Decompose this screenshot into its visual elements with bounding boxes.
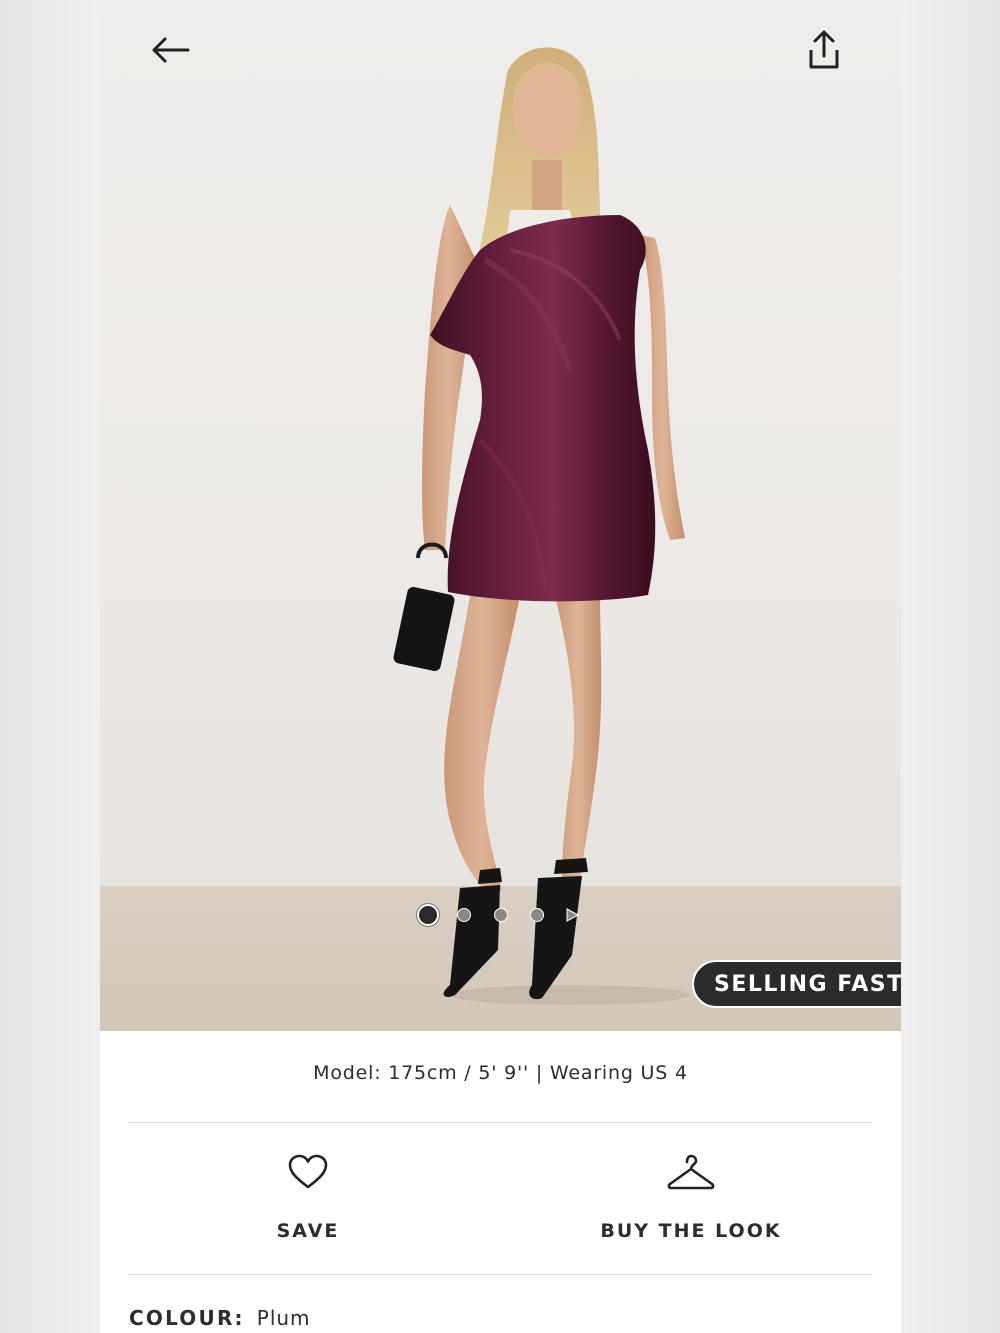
colour-row: COLOUR: Plum — [129, 1306, 311, 1330]
gallery-dot-1[interactable] — [417, 904, 439, 926]
gallery-video-dot[interactable] — [564, 907, 580, 922]
product-page: SELLING FAST Model: 175cm / 5' 9'' | Wea… — [100, 10, 901, 1333]
buy-the-look-label: BUY THE LOOK — [600, 1220, 782, 1242]
colour-label: COLOUR: — [129, 1306, 245, 1330]
save-button[interactable]: SAVE — [228, 1150, 388, 1242]
selling-fast-badge: SELLING FAST — [692, 960, 901, 1008]
heart-icon — [288, 1154, 328, 1189]
share-button[interactable] — [796, 22, 852, 78]
save-label: SAVE — [276, 1220, 340, 1242]
buy-the-look-icon-wrap — [667, 1150, 715, 1194]
colour-value: Plum — [256, 1306, 311, 1330]
divider — [128, 1274, 872, 1275]
product-photo — [393, 47, 690, 1005]
product-image-gallery[interactable]: SELLING FAST — [100, 10, 901, 1031]
save-icon-wrap — [288, 1150, 328, 1194]
buy-the-look-button[interactable]: BUY THE LOOK — [580, 1150, 802, 1242]
divider — [128, 1122, 872, 1123]
gallery-dot-3[interactable] — [494, 908, 508, 922]
selling-fast-label: SELLING FAST — [714, 971, 901, 997]
model-size-info: Model: 175cm / 5' 9'' | Wearing US 4 — [313, 1062, 688, 1084]
gallery-dot-4[interactable] — [530, 908, 544, 922]
back-button[interactable] — [142, 22, 198, 78]
arrow-left-icon — [152, 37, 190, 63]
gallery-dot-2[interactable] — [457, 908, 471, 922]
share-icon — [809, 30, 839, 69]
hanger-icon — [667, 1154, 715, 1190]
play-icon — [566, 908, 580, 922]
